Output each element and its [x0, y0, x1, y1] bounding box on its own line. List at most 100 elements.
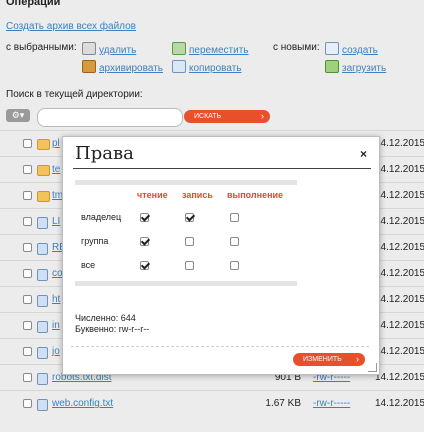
file-icon	[37, 321, 48, 333]
read-checkbox[interactable]	[140, 261, 149, 270]
row-checkbox[interactable]	[23, 347, 32, 356]
numeric-permissions: Численно: 644	[75, 313, 136, 323]
archive-action[interactable]: архивировать	[82, 60, 163, 74]
move-icon	[172, 42, 186, 55]
permission-row-label: владелец	[81, 212, 122, 222]
folder-icon	[37, 191, 50, 202]
row-checkbox[interactable]	[23, 295, 32, 304]
file-icon	[37, 243, 48, 255]
file-permissions[interactable]: -rw-r-----	[313, 398, 350, 409]
file-name[interactable]: LI	[52, 216, 60, 227]
dialog-title: Права	[75, 143, 134, 164]
create-action[interactable]: создать	[325, 42, 378, 56]
write-checkbox[interactable]	[185, 237, 194, 246]
permission-row-label: группа	[81, 236, 109, 246]
copy-action[interactable]: копировать	[172, 60, 242, 74]
folder-icon	[37, 165, 50, 176]
row-checkbox[interactable]	[23, 165, 32, 174]
table-top-bar	[75, 180, 297, 185]
move-action[interactable]: переместить	[172, 42, 249, 56]
write-checkbox[interactable]	[185, 213, 194, 222]
file-date: 14.12.2015	[375, 398, 424, 409]
page-title: Операции	[6, 0, 61, 8]
permissions-table: чтение запись выполнение владелец группа в…	[75, 180, 297, 286]
file-date: 14.12.2015	[375, 372, 424, 383]
row-checkbox[interactable]	[23, 373, 32, 382]
archive-icon	[82, 60, 96, 73]
file-name[interactable]: jo	[52, 346, 60, 357]
close-icon[interactable]: ×	[360, 147, 367, 161]
file-icon	[37, 269, 48, 281]
delete-link[interactable]: удалить	[99, 45, 136, 56]
permission-row: группа	[75, 232, 297, 252]
delete-action[interactable]: удалить	[82, 42, 136, 56]
file-date: 14.12.2015	[375, 242, 424, 253]
new-file-icon	[325, 42, 339, 55]
gear-icon[interactable]: ⚙▾	[6, 109, 30, 122]
column-execute: выполнение	[227, 190, 284, 200]
search-label: Поиск в текущей директории:	[6, 89, 143, 100]
change-button[interactable]: изменить	[293, 353, 365, 366]
file-icon	[37, 373, 48, 385]
archive-link[interactable]: архивировать	[99, 63, 163, 74]
file-date: 14.12.2015	[375, 138, 424, 149]
read-checkbox[interactable]	[140, 213, 149, 222]
file-date: 14.12.2015	[375, 346, 424, 357]
permissions-dialog: Права × чтение запись выполнение владеле…	[62, 136, 380, 375]
trash-icon	[82, 42, 96, 55]
upload-action[interactable]: загрузить	[325, 60, 386, 74]
read-checkbox[interactable]	[140, 237, 149, 246]
selected-label: с выбранными:	[6, 42, 77, 53]
column-write: запись	[182, 190, 213, 200]
row-checkbox[interactable]	[23, 191, 32, 200]
file-name[interactable]: in	[52, 320, 60, 331]
search-input[interactable]	[37, 108, 183, 127]
execute-checkbox[interactable]	[230, 213, 239, 222]
copy-link[interactable]: копировать	[189, 63, 242, 74]
dialog-divider	[71, 346, 369, 347]
title-divider	[73, 168, 371, 169]
file-name[interactable]: web.config.txt	[52, 398, 113, 409]
file-date: 14.12.2015	[375, 164, 424, 175]
resize-grip[interactable]	[368, 363, 377, 372]
file-date: 14.12.2015	[375, 320, 424, 331]
execute-checkbox[interactable]	[230, 261, 239, 270]
row-checkbox[interactable]	[23, 399, 32, 408]
file-icon	[37, 347, 48, 359]
permission-row: все	[75, 256, 297, 276]
table-bottom-bar	[75, 281, 297, 286]
row-checkbox[interactable]	[23, 217, 32, 226]
row-checkbox[interactable]	[23, 243, 32, 252]
write-checkbox[interactable]	[185, 261, 194, 270]
permission-row-label: все	[81, 260, 96, 270]
new-label: с новыми:	[273, 42, 320, 53]
symbolic-permissions: Буквенно: rw-r--r--	[75, 324, 150, 334]
file-date: 14.12.2015	[375, 294, 424, 305]
column-read: чтение	[137, 190, 168, 200]
create-link[interactable]: создать	[342, 45, 378, 56]
file-name[interactable]: pl	[52, 138, 60, 149]
upload-icon	[325, 60, 339, 73]
file-name[interactable]: ht	[52, 294, 60, 305]
search-button[interactable]: искать	[184, 110, 270, 123]
file-name[interactable]: te	[52, 164, 60, 175]
file-row[interactable]: web.config.txt 1.67 KB -rw-r----- 14.12.201…	[0, 390, 424, 417]
file-name[interactable]: co	[52, 268, 63, 279]
file-date: 14.12.2015	[375, 268, 424, 279]
execute-checkbox[interactable]	[230, 237, 239, 246]
file-date: 14.12.2015	[375, 216, 424, 227]
create-archive-all-link[interactable]: Создать архив всех файлов	[6, 21, 136, 32]
row-checkbox[interactable]	[23, 321, 32, 330]
copy-icon	[172, 60, 186, 73]
file-size: 1.67 KB	[265, 398, 301, 409]
upload-link[interactable]: загрузить	[342, 63, 386, 74]
row-checkbox[interactable]	[23, 139, 32, 148]
file-icon	[37, 295, 48, 307]
folder-icon	[37, 139, 50, 150]
move-link[interactable]: переместить	[189, 45, 249, 56]
file-icon	[37, 399, 48, 411]
file-date: 14.12.2015	[375, 190, 424, 201]
row-checkbox[interactable]	[23, 269, 32, 278]
file-icon	[37, 217, 48, 229]
permission-row: владелец	[75, 208, 297, 228]
